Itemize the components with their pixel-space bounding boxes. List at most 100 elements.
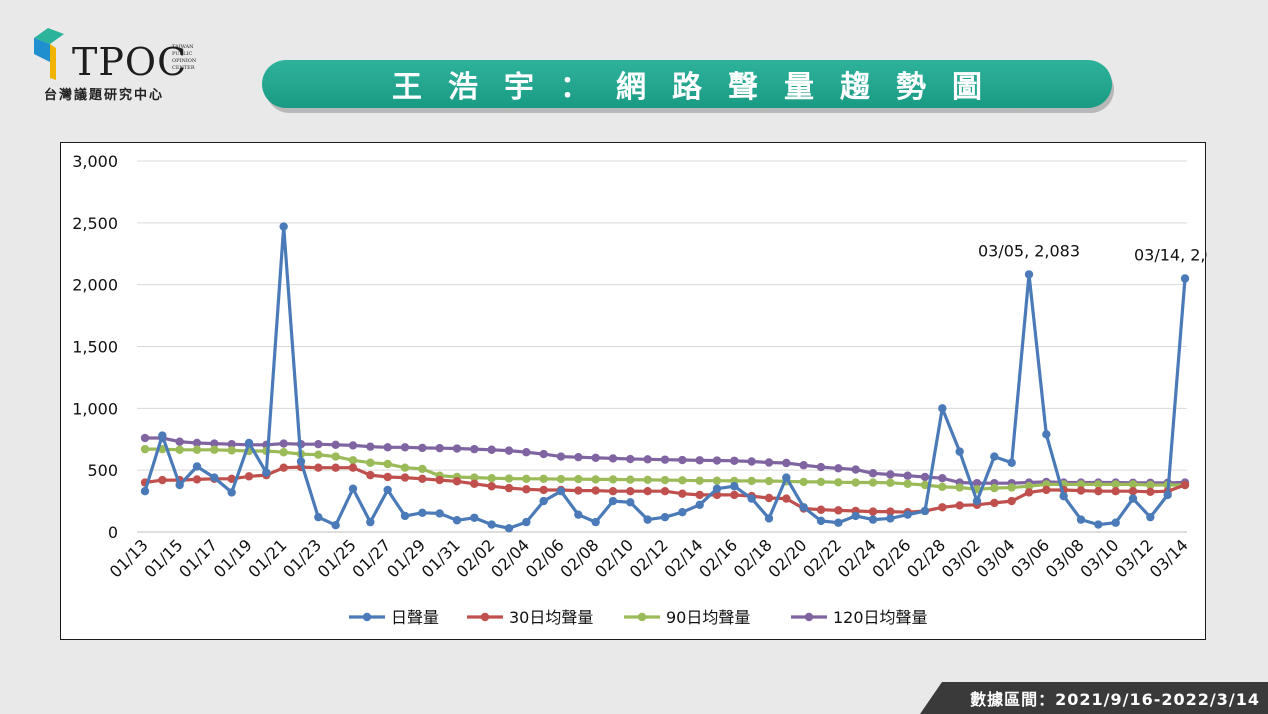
data-point xyxy=(522,485,531,494)
data-point xyxy=(678,489,687,498)
data-point xyxy=(851,465,860,474)
data-point xyxy=(886,478,895,487)
data-point xyxy=(1146,487,1155,497)
data-point xyxy=(608,475,618,484)
data-point xyxy=(591,453,600,462)
data-point xyxy=(400,511,410,521)
data-point xyxy=(1007,496,1016,506)
data-point xyxy=(435,509,444,518)
data-point xyxy=(279,448,288,457)
data-point xyxy=(626,475,635,484)
data-point xyxy=(366,470,375,480)
data-point xyxy=(192,475,202,484)
data-point xyxy=(227,446,236,455)
data-point xyxy=(834,506,843,515)
data-point xyxy=(764,458,774,467)
data-point xyxy=(660,455,670,464)
data-point xyxy=(886,470,895,479)
data-point xyxy=(279,439,288,448)
data-point xyxy=(747,476,756,486)
data-point xyxy=(816,516,826,526)
data-point xyxy=(695,490,704,500)
data-point xyxy=(504,483,514,493)
data-point xyxy=(383,459,392,469)
data-point xyxy=(1024,270,1034,279)
legend-label: 120日均聲量 xyxy=(833,608,928,627)
data-point xyxy=(175,480,184,490)
data-point xyxy=(643,515,652,524)
data-point xyxy=(816,462,826,472)
data-point xyxy=(522,474,531,484)
date-range-bar: 數據區間：2021/9/16-2022/3/14 xyxy=(920,682,1268,714)
data-point xyxy=(470,479,479,488)
data-point xyxy=(140,444,150,454)
y-tick-label: 1,500 xyxy=(72,338,118,357)
data-point xyxy=(782,473,791,482)
data-point xyxy=(608,496,618,506)
data-point xyxy=(522,448,531,457)
logo-brand-text: TPOC xyxy=(72,40,188,84)
data-point xyxy=(314,512,323,522)
data-point xyxy=(487,445,496,454)
data-point xyxy=(903,471,912,480)
x-tick-label: 01/27 xyxy=(348,535,394,581)
data-point xyxy=(695,476,704,485)
data-point xyxy=(868,478,878,487)
data-point xyxy=(192,445,202,454)
data-point xyxy=(539,485,548,495)
data-point xyxy=(1042,430,1051,439)
data-point xyxy=(972,496,982,506)
data-point xyxy=(730,456,739,465)
data-point xyxy=(210,445,219,454)
logo-cube-icon xyxy=(34,28,64,80)
data-point xyxy=(574,510,583,519)
data-point xyxy=(539,474,548,484)
date-range-text: 數據區間：2021/9/16-2022/3/14 xyxy=(970,690,1260,709)
data-point xyxy=(608,486,618,496)
x-tick-label: 02/24 xyxy=(834,535,880,581)
chart-frame: 0 500 1,000 1,500 2,000 2,500 3,000 01/13 01/15 0… xyxy=(60,142,1207,640)
series-1 xyxy=(140,462,1190,517)
data-point xyxy=(730,490,739,500)
data-point xyxy=(660,486,670,496)
x-tick-label: 03/08 xyxy=(1042,535,1088,581)
data-point xyxy=(782,458,791,468)
data-point xyxy=(695,500,704,509)
data-point xyxy=(504,474,514,483)
data-point xyxy=(764,476,774,486)
data-point xyxy=(608,454,618,463)
data-point xyxy=(470,444,479,454)
data-point xyxy=(1128,486,1138,496)
data-point xyxy=(210,473,219,482)
y-tick-label: 3,000 xyxy=(72,152,118,171)
data-label: 03/05, 2,083 xyxy=(978,241,1080,260)
data-point xyxy=(799,477,808,487)
legend-item: 120日均聲量 xyxy=(791,608,928,627)
data-point xyxy=(1076,486,1086,495)
data-point xyxy=(886,514,895,523)
data-point xyxy=(799,503,808,512)
data-point xyxy=(1128,494,1138,503)
data-point xyxy=(556,486,566,496)
x-tick-label: 01/17 xyxy=(175,535,221,581)
page-title: 王浩宇：網路聲量趨勢圖 xyxy=(392,70,1008,105)
x-tick-label: 01/21 xyxy=(244,535,290,581)
legend-item: 30日均聲量 xyxy=(467,608,593,627)
data-point xyxy=(348,441,358,450)
data-point xyxy=(140,486,150,496)
data-point xyxy=(643,486,652,496)
x-tick-label: 03/12 xyxy=(1111,535,1157,581)
data-label: 03/14, 2,050 xyxy=(1134,245,1207,264)
data-point xyxy=(1180,274,1190,283)
x-tick-label: 03/10 xyxy=(1076,535,1122,581)
data-point xyxy=(1163,490,1172,500)
y-tick-label: 2,000 xyxy=(72,276,118,295)
data-point xyxy=(1146,512,1155,522)
data-point xyxy=(660,475,670,485)
data-point xyxy=(158,475,167,485)
x-tick-label: 02/12 xyxy=(626,535,672,581)
data-point xyxy=(626,486,635,496)
data-point xyxy=(418,443,427,453)
data-point xyxy=(227,488,236,497)
data-point xyxy=(938,482,947,492)
